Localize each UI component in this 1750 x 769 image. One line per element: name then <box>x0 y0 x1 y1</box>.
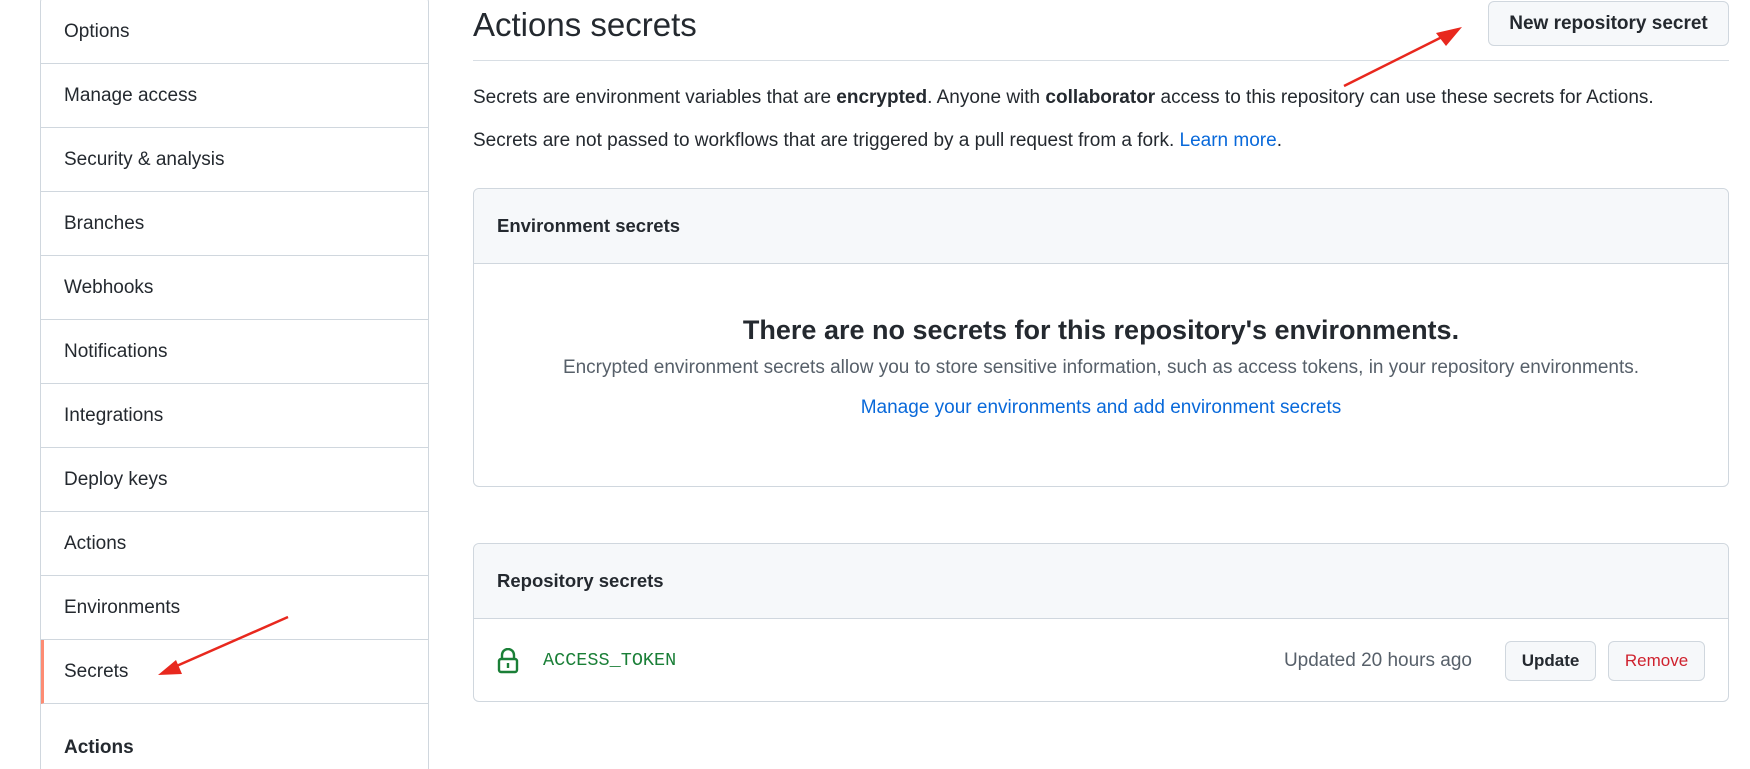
intro-emphasis-encrypted: encrypted <box>836 87 928 108</box>
page-header: Actions secrets New repository secret <box>473 0 1729 61</box>
remove-secret-button[interactable]: Remove <box>1608 640 1705 681</box>
update-secret-button[interactable]: Update <box>1505 640 1596 681</box>
sidebar-item-actions[interactable]: Actions <box>41 512 428 576</box>
intro-paragraph-fork: Secrets are not passed to workflows that… <box>473 128 1282 154</box>
sidebar-item-label: Environments <box>64 596 181 618</box>
sidebar-item-label: Manage access <box>64 84 198 106</box>
main-content: Actions secrets New repository secret Se… <box>473 0 1729 702</box>
lock-icon <box>497 647 519 673</box>
sidebar-item-label: Branches <box>64 212 145 234</box>
sidebar-item-label: Actions <box>64 532 127 554</box>
settings-sidebar: Options Manage access Security & analysi… <box>40 0 429 769</box>
sidebar-group-title: Actions <box>64 737 134 758</box>
secret-updated-time: Updated 20 hours ago <box>1283 649 1472 671</box>
repository-secrets-heading: Repository secrets <box>474 544 1728 619</box>
sidebar-item-options[interactable]: Options <box>41 0 428 64</box>
blankslate-title: There are no secrets for this repository… <box>742 315 1460 345</box>
sidebar-item-secrets[interactable]: Secrets <box>41 640 428 704</box>
sidebar-item-label: Secrets <box>64 660 129 682</box>
learn-more-link[interactable]: Learn more <box>1180 130 1277 151</box>
sidebar-item-label: Integrations <box>64 404 164 426</box>
sidebar-item-label: Options <box>64 20 130 42</box>
sidebar-item-integrations[interactable]: Integrations <box>41 384 428 448</box>
sidebar-item-label: Notifications <box>64 340 168 362</box>
blankslate-description: Encrypted environment secrets allow you … <box>562 357 1640 378</box>
sidebar-item-security-analysis[interactable]: Security & analysis <box>41 128 428 192</box>
environment-secrets-box: Environment secrets There are no secrets… <box>473 188 1729 487</box>
sidebar-item-manage-access[interactable]: Manage access <box>41 64 428 128</box>
intro-text: Secrets are environment variables that a… <box>473 87 837 108</box>
environment-secrets-blankslate: There are no secrets for this repository… <box>474 315 1728 419</box>
environment-secrets-heading: Environment secrets <box>474 189 1728 264</box>
intro-text: access to this repository can use these … <box>1155 87 1654 108</box>
sidebar-item-webhooks[interactable]: Webhooks <box>41 256 428 320</box>
sidebar-item-deploy-keys[interactable]: Deploy keys <box>41 448 428 512</box>
sidebar-item-label: Deploy keys <box>64 468 168 490</box>
sidebar-item-notifications[interactable]: Notifications <box>41 320 428 384</box>
intro-text: . Anyone with <box>927 87 1046 108</box>
sidebar-item-label: Security & analysis <box>64 148 225 170</box>
sidebar-item-branches[interactable]: Branches <box>41 192 428 256</box>
intro-paragraph-encrypted: Secrets are environment variables that a… <box>473 85 1654 111</box>
secret-name: ACCESS_TOKEN <box>543 650 677 671</box>
new-repository-secret-button[interactable]: New repository secret <box>1488 1 1729 46</box>
manage-environments-link[interactable]: Manage your environments and add environ… <box>861 397 1342 418</box>
secret-row: ACCESS_TOKEN Updated 20 hours ago Update… <box>474 619 1728 702</box>
sidebar-item-label: Webhooks <box>64 276 154 298</box>
page-title: Actions secrets <box>473 6 697 43</box>
intro-text: Secrets are not passed to workflows that… <box>473 130 1180 151</box>
sidebar-item-environments[interactable]: Environments <box>41 576 428 640</box>
intro-emphasis-collaborator: collaborator <box>1045 87 1156 108</box>
repository-secrets-box: Repository secrets ACCESS_TOKEN Updated … <box>473 543 1729 702</box>
intro-text: . <box>1276 130 1282 151</box>
